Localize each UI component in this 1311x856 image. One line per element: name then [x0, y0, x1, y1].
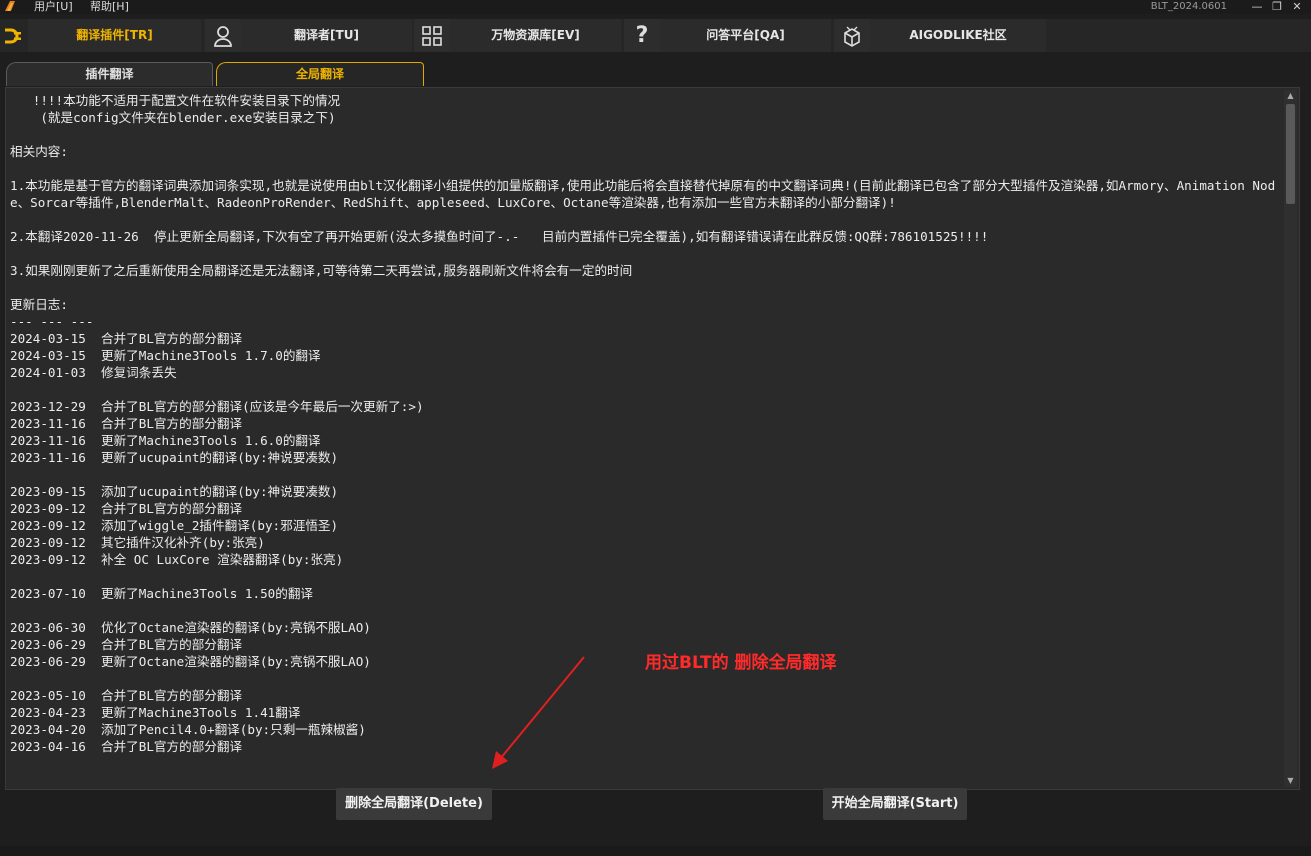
window-title: BLT_2024.0601 — [1150, 1, 1227, 12]
nav-aigodlike-community[interactable]: AIGODLIKE社区 — [870, 19, 1046, 52]
tab-global-translation[interactable]: 全局翻译 — [216, 62, 424, 86]
minimize-button[interactable]: — — [1250, 0, 1264, 13]
nav-asset-library[interactable]: 万物资源库[EV] — [450, 19, 621, 52]
title-bar: 用户[U] 帮助[H] BLT_2024.0601 — ❐ ✕ — [0, 0, 1311, 14]
package-icon — [834, 19, 870, 52]
question-icon: ? — [624, 19, 660, 52]
content-panel: !!!!本功能不适用于配置文件在软件安装目录下的情况 (就是config文件夹在… — [5, 87, 1300, 790]
scroll-up-icon[interactable]: ▲ — [1284, 90, 1297, 102]
start-global-translation-button[interactable]: 开始全局翻译(Start) — [823, 788, 967, 820]
status-bar — [0, 846, 1311, 856]
grid-icon — [414, 19, 450, 52]
tab-bar: 插件翻译 全局翻译 — [0, 60, 1311, 87]
close-button[interactable]: ✕ — [1290, 0, 1304, 13]
maximize-button[interactable]: ❐ — [1270, 0, 1284, 13]
vertical-scrollbar[interactable]: ▲ ▼ — [1284, 90, 1297, 787]
menu-help[interactable]: 帮助[H] — [90, 0, 129, 13]
plug-icon — [0, 19, 26, 52]
delete-global-translation-button[interactable]: 删除全局翻译(Delete) — [336, 788, 492, 820]
nav-translate-plugins[interactable]: 翻译插件[TR] — [28, 19, 201, 52]
info-text-area[interactable]: !!!!本功能不适用于配置文件在软件安装目录下的情况 (就是config文件夹在… — [10, 92, 1276, 782]
scroll-thumb[interactable] — [1286, 104, 1295, 204]
annotation-text: 用过BLT的 删除全局翻译 — [645, 653, 837, 673]
user-icon — [205, 19, 241, 52]
menu-user[interactable]: 用户[U] — [34, 0, 73, 13]
nav-translators[interactable]: 翻译者[TU] — [241, 19, 412, 52]
nav-qa-platform[interactable]: 问答平台[QA] — [660, 19, 831, 52]
annotation-arrow-icon — [492, 656, 585, 769]
scroll-down-icon[interactable]: ▼ — [1284, 775, 1297, 787]
app-logo-icon — [5, 1, 15, 11]
top-nav: 翻译插件[TR] 翻译者[TU] 万物资源库[EV] ? 问答平台[QA] AI… — [0, 19, 1311, 52]
tab-plugin-translation[interactable]: 插件翻译 — [6, 62, 213, 86]
